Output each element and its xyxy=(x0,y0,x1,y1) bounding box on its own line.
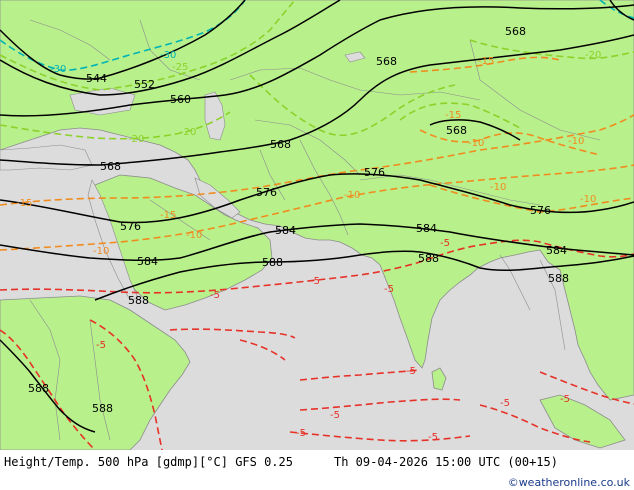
temp-label: -5 xyxy=(296,428,306,439)
temp-label: -30 xyxy=(50,64,66,75)
height-label: 544 xyxy=(86,72,107,85)
temp-label: -10 xyxy=(468,138,484,149)
height-label: 588 xyxy=(418,252,439,265)
height-label: 568 xyxy=(270,138,291,151)
temp-label: -10 xyxy=(186,230,202,241)
temp-label: -5 xyxy=(500,398,510,409)
height-label: 568 xyxy=(446,124,467,137)
height-label: 588 xyxy=(28,382,49,395)
height-label: 584 xyxy=(416,222,437,235)
height-label: 588 xyxy=(262,256,283,269)
temp-label: -5 xyxy=(406,366,416,377)
height-label: 576 xyxy=(364,166,385,179)
temp-label: -20 xyxy=(180,127,196,138)
height-label: 576 xyxy=(256,186,277,199)
height-label: 588 xyxy=(92,402,113,415)
temp-label: -5 xyxy=(310,276,320,287)
temp-label: -15 xyxy=(160,210,176,221)
temp-label: -5 xyxy=(96,340,106,351)
temp-label: -10 xyxy=(580,194,596,205)
temp-label: -15 xyxy=(16,198,32,209)
temp-label: -10 xyxy=(344,190,360,201)
temp-label: -5 xyxy=(560,394,570,405)
height-label: 576 xyxy=(530,204,551,217)
temp-label: -5 xyxy=(440,238,450,249)
height-label: 576 xyxy=(120,220,141,233)
weather-map: 544 552 560 568 568 568 568 568 576 576 … xyxy=(0,0,634,490)
temp-label: -5 xyxy=(384,284,394,295)
temp-label: -10 xyxy=(568,136,584,147)
height-label: 568 xyxy=(100,160,121,173)
temp-label: -30 xyxy=(160,50,176,61)
height-label: 584 xyxy=(546,244,567,257)
map-datetime: Th 09-04-2026 15:00 UTC (00+15) xyxy=(334,455,558,469)
height-label: 552 xyxy=(134,78,155,91)
height-label: 560 xyxy=(170,93,191,106)
temp-label: -20 xyxy=(585,50,601,61)
temp-label: -20 xyxy=(128,134,144,145)
temp-label: -5 xyxy=(210,290,220,301)
height-label: 588 xyxy=(128,294,149,307)
temp-label: -15 xyxy=(478,56,494,67)
temp-label: -10 xyxy=(93,246,109,257)
height-label: 568 xyxy=(376,55,397,68)
temp-label: -5 xyxy=(428,432,438,443)
weather-map-container: 544 552 560 568 568 568 568 568 576 576 … xyxy=(0,0,634,490)
temp-label: -15 xyxy=(445,110,461,121)
map-credit: ©weatheronline.co.uk xyxy=(508,476,631,489)
map-title: Height/Temp. 500 hPa [gdmp][°C] GFS 0.25 xyxy=(4,455,293,469)
height-label: 588 xyxy=(548,272,569,285)
temp-label: -10 xyxy=(490,182,506,193)
height-label: 568 xyxy=(505,25,526,38)
temp-label: -5 xyxy=(330,410,340,421)
height-label: 584 xyxy=(275,224,296,237)
temp-label: -25 xyxy=(172,62,188,73)
height-label: 584 xyxy=(137,255,158,268)
